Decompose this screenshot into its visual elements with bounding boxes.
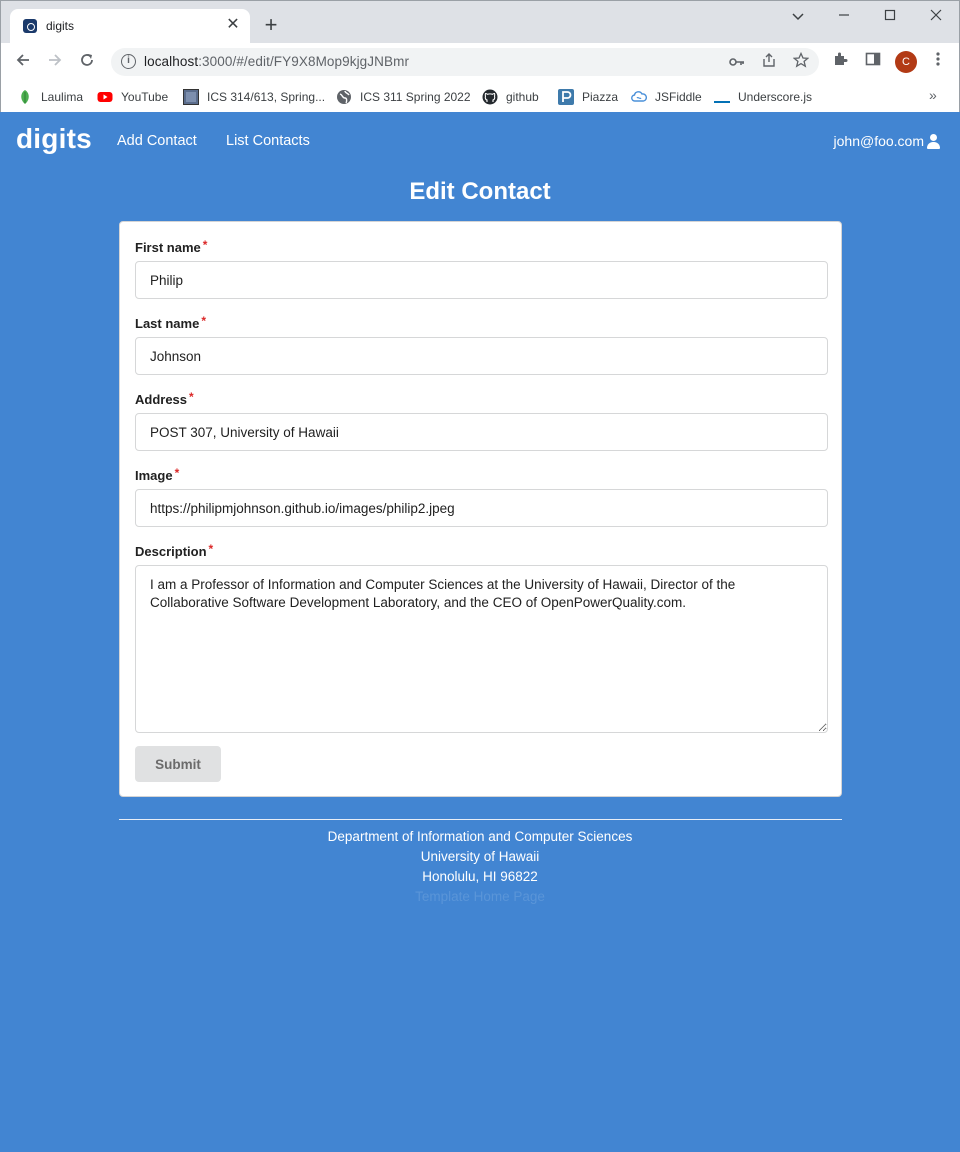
required-marker: *	[201, 314, 206, 328]
new-tab-icon[interactable]: +	[259, 14, 283, 38]
tab-title: digits	[46, 19, 75, 33]
tab-close-icon[interactable]: ✕	[224, 16, 242, 34]
footer-department: Department of Information and Computer S…	[327, 829, 633, 844]
bookmark-underscore[interactable]: Underscore.js	[714, 87, 812, 107]
app-navbar: digits Add Contact List Contacts john@fo…	[1, 112, 959, 168]
description-label-text: Description	[135, 544, 207, 559]
page-title: Edit Contact	[409, 178, 551, 205]
bookmark-star-icon[interactable]	[791, 51, 811, 72]
password-key-icon[interactable]	[727, 52, 747, 72]
side-panel-icon[interactable]	[862, 51, 884, 73]
nav-link-add-contact[interactable]: Add Contact	[117, 133, 197, 149]
nav-link-list-contacts[interactable]: List Contacts	[226, 133, 310, 149]
first-name-label: First name *	[135, 238, 207, 255]
reload-icon[interactable]	[75, 50, 99, 74]
footer-location: Honolulu, HI 96822	[422, 869, 538, 884]
site-info-icon[interactable]: i	[121, 54, 136, 69]
bookmark-label: Laulima	[41, 90, 84, 104]
browser-menu-icon[interactable]	[927, 51, 949, 73]
tab-strip: digits ✕ +	[1, 1, 959, 43]
back-icon[interactable]	[11, 50, 35, 74]
address-label-text: Address	[135, 392, 188, 407]
first-name-field[interactable]	[135, 261, 828, 299]
ics314-icon	[183, 89, 199, 105]
app-page: digits Add Contact List Contacts john@fo…	[1, 112, 959, 1152]
bookmark-label: Underscore.js	[738, 90, 813, 104]
jsfiddle-cloud-icon	[631, 89, 647, 105]
user-email: john@foo.com	[833, 133, 924, 149]
address-bar[interactable]: i localhost:3000/#/edit/FY9X8Mop9kjgJNBm…	[111, 48, 819, 76]
minimize-icon[interactable]	[829, 5, 859, 27]
description-label: Description *	[135, 542, 213, 559]
globe-icon	[336, 89, 352, 105]
bookmark-label: JSFiddle	[655, 90, 702, 104]
bookmark-label: github	[506, 90, 539, 104]
url-path: :3000/#/edit/FY9X8Mop9kjgJNBmr	[198, 54, 410, 69]
last-name-label-text: Last name	[135, 316, 200, 331]
bookmark-ics311[interactable]: ICS 311 Spring 2022	[336, 87, 471, 107]
footer-divider	[119, 819, 842, 820]
required-marker: *	[202, 238, 208, 252]
first-name-label-text: First name	[135, 240, 201, 255]
bookmark-label: ICS 314/613, Spring...	[207, 90, 326, 104]
piazza-icon	[558, 89, 574, 105]
bookmark-jsfiddle[interactable]: JSFiddle	[631, 87, 702, 107]
footer-university: University of Hawaii	[420, 849, 540, 864]
url-host: localhost	[144, 54, 199, 69]
bookmark-github[interactable]: github	[482, 87, 539, 107]
last-name-field[interactable]	[135, 337, 828, 375]
window-close-icon[interactable]	[921, 5, 951, 27]
browser-toolbar: i localhost:3000/#/edit/FY9X8Mop9kjgJNBm…	[1, 43, 959, 81]
forward-icon[interactable]	[43, 50, 67, 74]
bookmark-laulima[interactable]: Laulima	[17, 87, 83, 107]
url-text[interactable]: localhost:3000/#/edit/FY9X8Mop9kjgJNBmr	[144, 54, 409, 69]
tab-favicon-icon	[23, 19, 37, 33]
address-label: Address *	[135, 390, 194, 407]
bookmark-ics314[interactable]: ICS 314/613, Spring...	[183, 87, 325, 107]
profile-avatar[interactable]: C	[895, 51, 917, 73]
bookmark-label: ICS 311 Spring 2022	[360, 90, 471, 104]
brand-logo[interactable]: digits	[16, 123, 92, 155]
image-label-text: Image	[135, 468, 173, 483]
required-marker: *	[174, 466, 180, 480]
image-url-field[interactable]	[135, 489, 828, 527]
bookmark-youtube[interactable]: YouTube	[97, 87, 168, 107]
footer-template-link[interactable]: Template Home Page	[1, 889, 959, 904]
browser-tab[interactable]: digits ✕	[10, 9, 250, 43]
tab-search-chevron-icon[interactable]	[783, 5, 813, 27]
bookmark-piazza[interactable]: Piazza	[558, 87, 618, 107]
last-name-label: Last name *	[135, 314, 206, 331]
address-field[interactable]	[135, 413, 828, 451]
laulima-leaf-icon	[17, 89, 33, 105]
bookmark-label: YouTube	[121, 90, 169, 104]
bookmarks-bar: Laulima YouTube ICS 314/613, Spring... I…	[1, 81, 959, 113]
required-marker: *	[189, 390, 194, 404]
edit-contact-form: First name* Last name* Address* Image* D…	[119, 221, 842, 797]
maximize-icon[interactable]	[875, 5, 905, 27]
more-bookmarks-chevron-icon[interactable]: »	[929, 87, 937, 103]
extensions-puzzle-icon[interactable]	[830, 51, 852, 73]
github-icon	[482, 89, 498, 105]
underscore-icon	[714, 89, 730, 105]
description-field[interactable]: I am a Professor of Information and Comp…	[135, 565, 828, 733]
share-icon[interactable]	[759, 52, 779, 72]
submit-button[interactable]: Submit	[135, 746, 221, 782]
browser-window: digits ✕ + i localhost:3000/#/edit/FY9X8…	[0, 0, 960, 113]
required-marker: *	[208, 542, 214, 556]
youtube-icon	[97, 89, 113, 105]
user-menu[interactable]: john@foo.com	[834, 133, 941, 149]
image-label: Image *	[135, 466, 179, 483]
user-icon	[926, 133, 941, 149]
bookmark-label: Piazza	[582, 90, 619, 104]
